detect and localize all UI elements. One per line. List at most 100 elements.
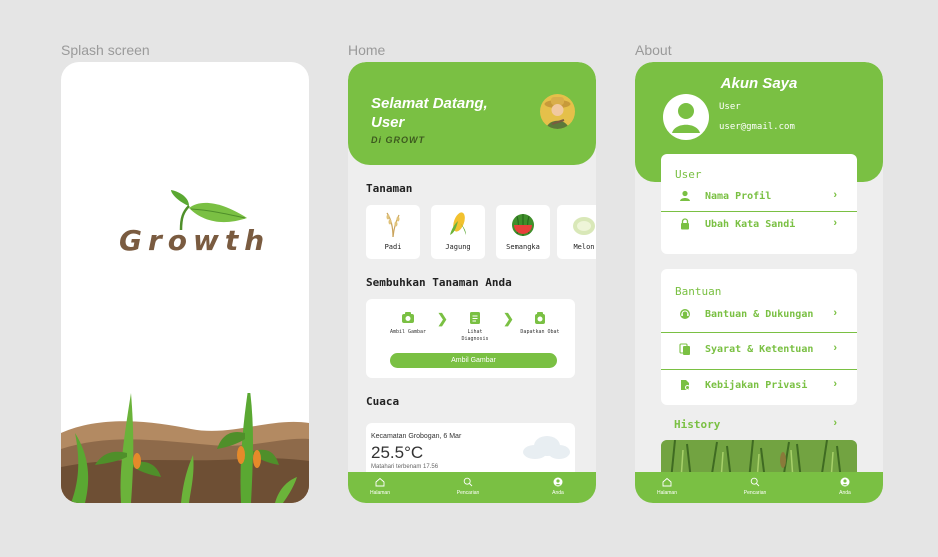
- tab-label: Anda: [552, 490, 564, 496]
- tab-label: Pencarian: [456, 490, 480, 496]
- welcome-subtitle: Di GROWT: [371, 135, 425, 145]
- tab-label: Anda: [839, 490, 851, 496]
- weather-location: Kecamatan Grobogan, 6 Mar: [371, 433, 462, 440]
- chevron-right-icon: ›: [833, 217, 837, 229]
- account-icon: [840, 477, 850, 487]
- cloud-icon: [523, 436, 570, 459]
- menu-terms[interactable]: Syarat & Ketentuan ›: [661, 337, 857, 363]
- plants-title: Tanaman: [366, 182, 413, 195]
- menu-profile-name[interactable]: Nama Profil ›: [661, 184, 857, 210]
- about-frame-label: About: [635, 42, 672, 58]
- help-panel: Bantuan Bantuan & Dukungan › Syarat & Ke…: [661, 269, 857, 405]
- user-section-title: User: [675, 168, 702, 181]
- step-diagnosis: Lihat Diagnosis: [455, 311, 495, 343]
- tab-account[interactable]: Anda: [820, 477, 870, 496]
- plant-card-jagung[interactable]: Jagung: [431, 205, 485, 259]
- welcome-text: Selamat Datang, User: [371, 95, 488, 131]
- plant-carousel[interactable]: Padi Jagung Semangka Melon: [366, 205, 596, 261]
- copy-icon: [679, 343, 690, 355]
- home-frame-label: Home: [348, 42, 386, 58]
- farmer-avatar[interactable]: [540, 94, 575, 129]
- camera-icon: [402, 312, 414, 323]
- document-icon: [470, 312, 480, 324]
- step-label: Ambil Gambar: [389, 329, 427, 335]
- person-icon: [680, 190, 690, 201]
- tab-search[interactable]: Pencarian: [443, 477, 493, 496]
- diagnosis-steps-card: Ambil Gambar ❯ Lihat Diagnosis ❯ Dapatka…: [366, 299, 575, 378]
- chevron-right-icon: ›: [833, 378, 837, 390]
- account-title: Akun Saya: [720, 75, 798, 92]
- menu-label: Syarat & Ketentuan: [705, 344, 814, 355]
- step-label: Dapatkan Obat: [520, 329, 560, 335]
- home-header: Selamat Datang, User Di GROWT: [348, 62, 596, 165]
- search-icon: [463, 477, 473, 487]
- divider: [661, 332, 857, 333]
- menu-label: Kebijakan Privasi: [705, 380, 808, 391]
- plant-card-padi[interactable]: Padi: [366, 205, 420, 259]
- splash-screen: Growth: [61, 62, 309, 503]
- rice-icon: [386, 212, 400, 237]
- tab-label: Pencarian: [743, 490, 767, 496]
- menu-help-support[interactable]: Bantuan & Dukungan ›: [661, 302, 857, 328]
- plant-label: Semangka: [506, 243, 540, 251]
- menu-label: Nama Profil: [705, 191, 772, 202]
- step-label: Lihat Diagnosis: [461, 329, 489, 342]
- menu-privacy[interactable]: Kebijakan Privasi ›: [661, 373, 857, 399]
- menu-label: Ubah Kata Sandi: [705, 219, 796, 230]
- tab-label: Halaman: [369, 490, 390, 496]
- logo-wordmark: Growth: [119, 224, 271, 257]
- profile-avatar-icon[interactable]: [663, 94, 709, 140]
- plant-card-semangka[interactable]: Semangka: [496, 205, 550, 259]
- chevron-right-icon: ›: [833, 342, 837, 354]
- home-icon: [375, 477, 385, 487]
- watermelon-icon: [512, 214, 534, 236]
- melon-icon: [573, 217, 595, 235]
- history-label: History: [674, 418, 721, 431]
- chevron-right-icon: ›: [833, 417, 837, 429]
- profile-email: user@gmail.com: [719, 122, 795, 132]
- farmer-icon: [544, 97, 571, 129]
- chevron-right-icon: ›: [833, 189, 837, 201]
- lock-icon: [681, 218, 689, 230]
- step-take-photo: Ambil Gambar: [388, 311, 428, 336]
- home-icon: [662, 477, 672, 487]
- corn-icon: [450, 212, 466, 235]
- field-illustration: [61, 393, 309, 503]
- weather-sunset: Matahari terbenam 17.56: [371, 464, 439, 470]
- about-screen: Akun Saya User user@gmail.com User Nama …: [635, 62, 883, 503]
- step-chevron-icon: ❯: [437, 311, 448, 326]
- account-icon: [553, 477, 563, 487]
- history-row[interactable]: History ›: [661, 415, 857, 433]
- plant-label: Padi: [384, 243, 402, 251]
- step-medicine: Dapatkan Obat: [520, 311, 560, 336]
- home-screen: Selamat Datang, User Di GROWT Tanaman Pa…: [348, 62, 596, 503]
- take-photo-button[interactable]: Ambil Gambar: [390, 353, 557, 368]
- growth-logo: Growth: [119, 190, 264, 258]
- menu-label: Bantuan & Dukungan: [705, 309, 814, 320]
- plant-label: Jagung: [445, 243, 471, 251]
- tab-home[interactable]: Halaman: [355, 477, 405, 496]
- user-settings-panel: User Nama Profil › Ubah Kata Sandi ›: [661, 154, 857, 254]
- step-chevron-icon: ❯: [503, 311, 514, 326]
- medicine-icon: [535, 312, 545, 324]
- tab-account[interactable]: Anda: [533, 477, 583, 496]
- search-icon: [750, 477, 760, 487]
- bottom-tab-bar: Halaman Pencarian Anda: [348, 472, 596, 503]
- tab-home[interactable]: Halaman: [642, 477, 692, 496]
- privacy-file-icon: [681, 380, 690, 390]
- support-icon: [680, 309, 690, 319]
- weather-title: Cuaca: [366, 395, 400, 408]
- chevron-right-icon: ›: [833, 307, 837, 319]
- design-canvas: Splash screen Home About Growth Selamat …: [0, 0, 938, 557]
- profile-username: User: [719, 102, 741, 112]
- tab-search[interactable]: Pencarian: [730, 477, 780, 496]
- plant-card-melon[interactable]: Melon: [557, 205, 596, 259]
- help-section-title: Bantuan: [675, 285, 722, 298]
- bottom-tab-bar: Halaman Pencarian Anda: [635, 472, 883, 503]
- weather-temperature: 25.5°C: [371, 443, 424, 462]
- plant-label: Melon: [573, 243, 595, 251]
- tab-label: Halaman: [656, 490, 677, 496]
- menu-change-password[interactable]: Ubah Kata Sandi ›: [661, 212, 857, 238]
- splash-frame-label: Splash screen: [61, 42, 150, 58]
- divider: [661, 369, 857, 370]
